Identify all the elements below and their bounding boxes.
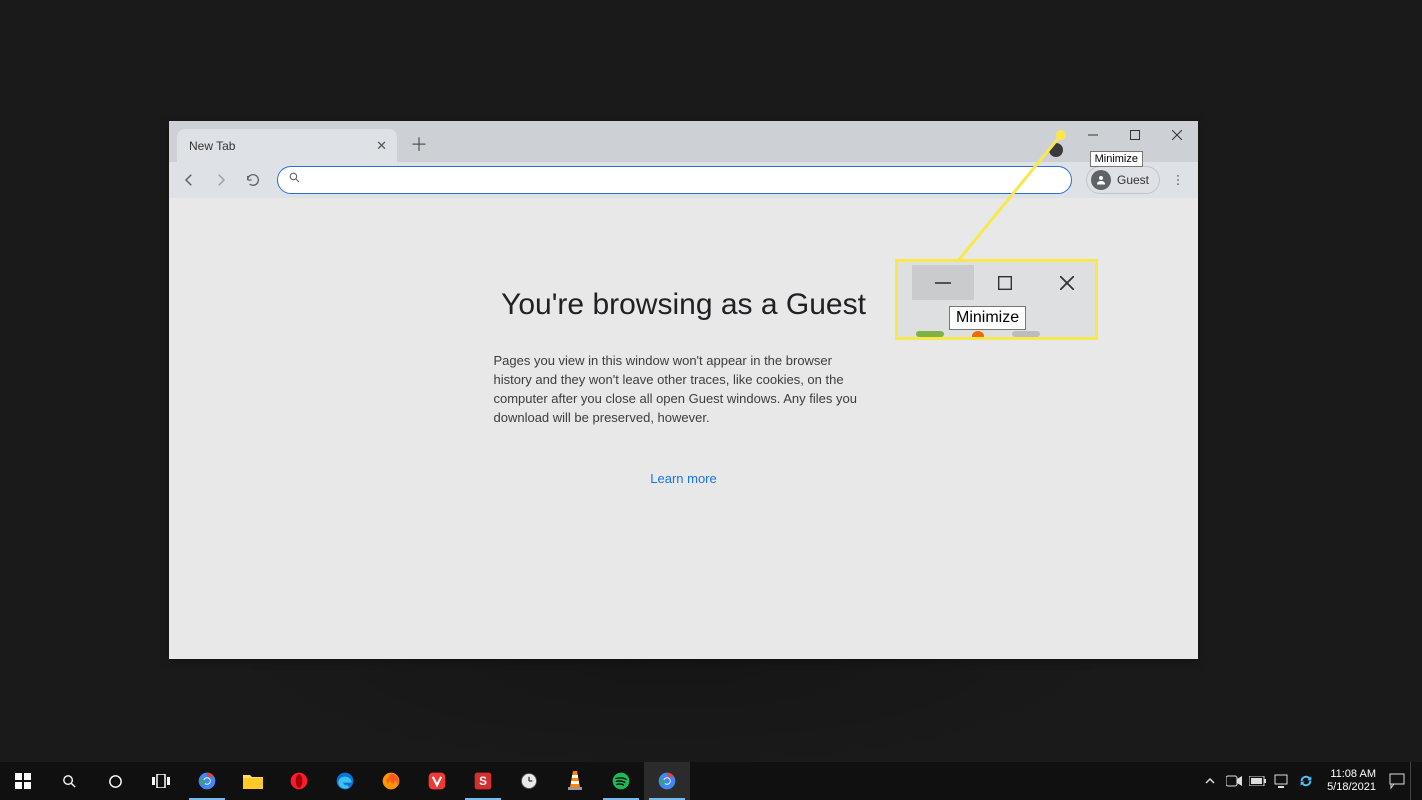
- taskbar-snagit-icon[interactable]: S: [460, 762, 506, 800]
- taskbar-clock[interactable]: 11:08 AM 5/18/2021: [1319, 768, 1384, 794]
- address-input[interactable]: [309, 173, 1061, 188]
- show-desktop-button[interactable]: [1410, 762, 1416, 800]
- taskbar-chrome-icon[interactable]: [184, 762, 230, 800]
- clock-time: 11:08 AM: [1327, 768, 1376, 781]
- zoom-minimize-button: [912, 265, 974, 300]
- start-button[interactable]: [0, 762, 46, 800]
- cortana-button[interactable]: [92, 762, 138, 800]
- close-tab-icon[interactable]: ✕: [376, 138, 387, 154]
- taskbar-file-explorer-icon[interactable]: [230, 762, 276, 800]
- toolbar: Guest: [169, 162, 1198, 198]
- tab-bar: New Tab ✕ ＋ Minimize: [169, 121, 1198, 162]
- search-icon: [288, 171, 301, 189]
- taskbar-clock-app-icon[interactable]: [506, 762, 552, 800]
- maximize-button[interactable]: [1114, 121, 1156, 149]
- chrome-browser-window: New Tab ✕ ＋ Minimize: [169, 121, 1198, 659]
- taskbar-vivaldi-icon[interactable]: [414, 762, 460, 800]
- page-description: Pages you view in this window won't appe…: [494, 352, 874, 427]
- tray-sync-icon[interactable]: [1295, 762, 1317, 800]
- action-center-button[interactable]: [1386, 762, 1408, 800]
- new-tab-button[interactable]: ＋: [405, 130, 433, 158]
- taskbar-edge-icon[interactable]: [322, 762, 368, 800]
- zoom-tooltip: Minimize: [949, 306, 1026, 330]
- zoom-close-button: [1036, 265, 1098, 300]
- taskbar-chrome-guest-icon[interactable]: [644, 762, 690, 800]
- annotation-callout: Minimize: [895, 259, 1098, 340]
- taskbar-opera-icon[interactable]: [276, 762, 322, 800]
- tray-network-icon[interactable]: [1271, 762, 1293, 800]
- page-heading: You're browsing as a Guest: [501, 288, 866, 322]
- tab-title: New Tab: [189, 139, 235, 153]
- tray-meet-now-icon[interactable]: [1223, 762, 1245, 800]
- learn-more-link[interactable]: Learn more: [650, 471, 716, 486]
- window-controls: [1072, 121, 1198, 149]
- tray-battery-icon[interactable]: [1247, 762, 1269, 800]
- taskbar-firefox-icon[interactable]: [368, 762, 414, 800]
- svg-text:S: S: [479, 775, 487, 788]
- windows-taskbar: S 1: [0, 762, 1422, 800]
- clock-date: 5/18/2021: [1327, 781, 1376, 794]
- tray-chevron-up-icon[interactable]: [1199, 762, 1221, 800]
- forward-button[interactable]: [207, 166, 235, 194]
- taskbar-spotify-icon[interactable]: [598, 762, 644, 800]
- close-window-button[interactable]: [1156, 121, 1198, 149]
- task-view-button[interactable]: [138, 762, 184, 800]
- profile-marker-icon[interactable]: [1049, 143, 1063, 157]
- zoom-maximize-button: [974, 265, 1036, 300]
- browser-tab[interactable]: New Tab ✕: [177, 129, 397, 162]
- guest-profile-button[interactable]: Guest: [1086, 166, 1160, 194]
- minimize-tooltip: Minimize: [1090, 151, 1143, 167]
- minimize-button[interactable]: [1072, 121, 1114, 149]
- menu-button[interactable]: [1164, 166, 1192, 194]
- guest-avatar-icon: [1091, 170, 1111, 190]
- search-button[interactable]: [46, 762, 92, 800]
- taskbar-vlc-icon[interactable]: [552, 762, 598, 800]
- back-button[interactable]: [175, 166, 203, 194]
- reload-button[interactable]: [239, 166, 267, 194]
- guest-label: Guest: [1117, 173, 1149, 187]
- address-bar[interactable]: [277, 166, 1072, 194]
- window-shadow: [190, 659, 1155, 779]
